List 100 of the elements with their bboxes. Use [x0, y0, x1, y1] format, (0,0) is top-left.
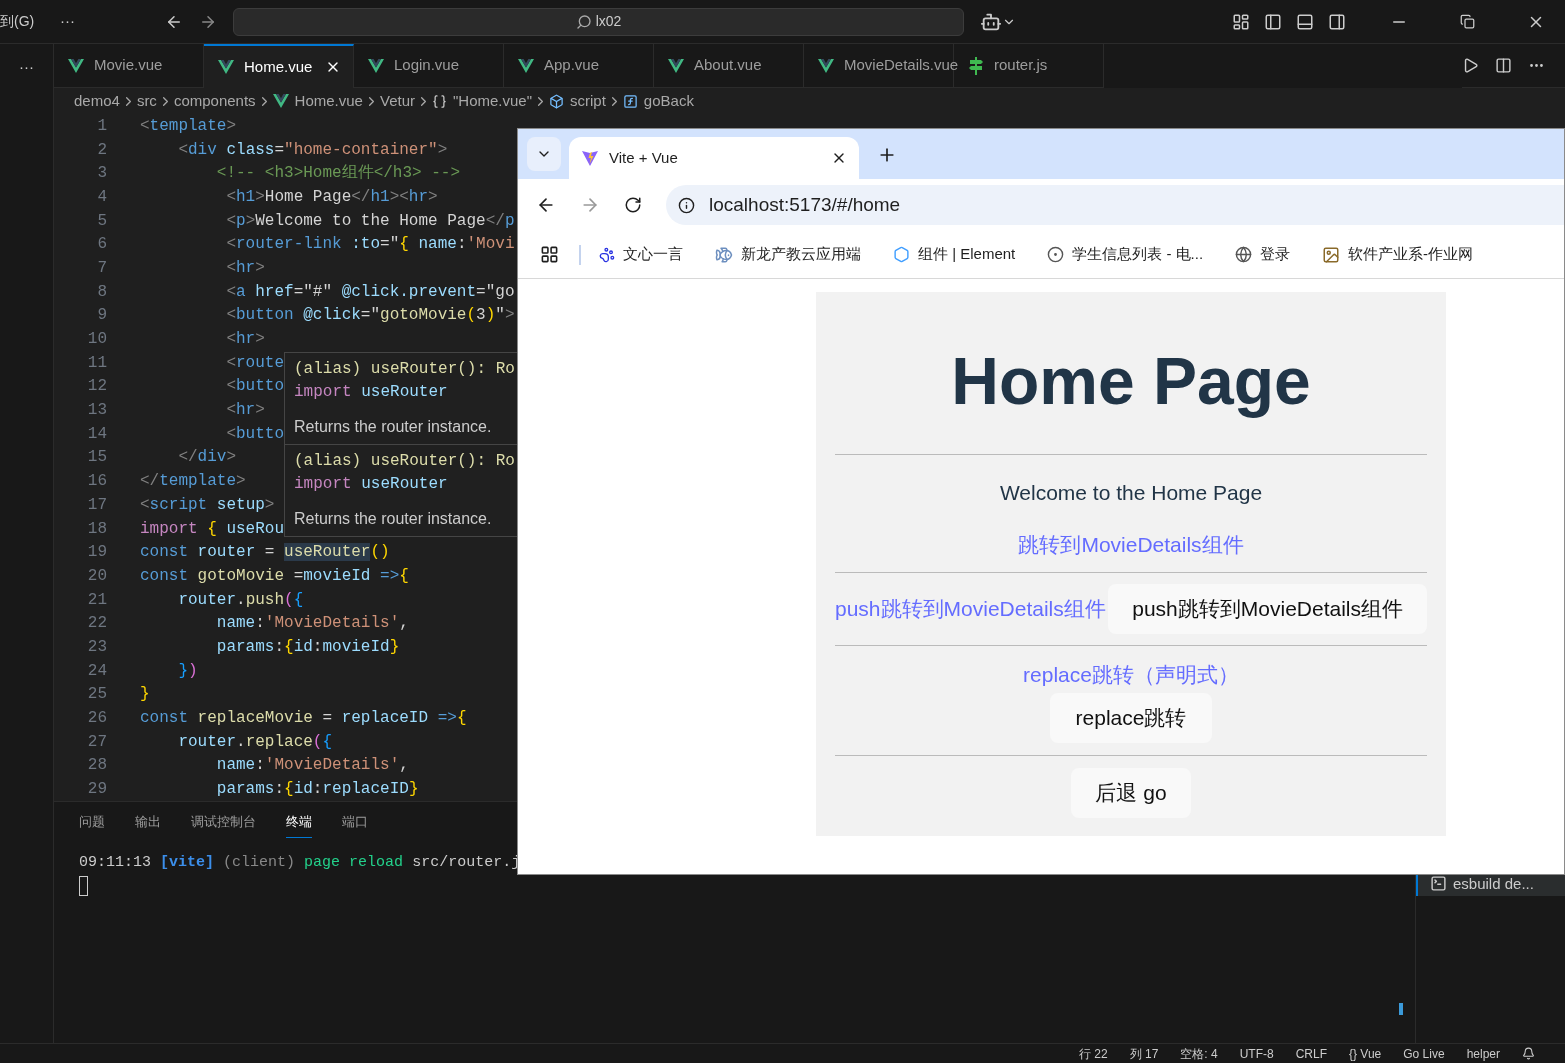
status-item[interactable]: UTF-8: [1239, 1044, 1274, 1063]
status-item[interactable]: {} Vue: [1349, 1044, 1382, 1063]
menu-item[interactable]: 到(G): [0, 11, 40, 32]
run-icon[interactable]: [1462, 57, 1479, 74]
line-number: 7: [96, 257, 107, 279]
line-number: 15: [86, 447, 107, 469]
bookmark[interactable]: 登录: [1235, 243, 1291, 266]
code-line: </template>: [140, 471, 246, 493]
status-item[interactable]: 行 22: [1078, 1044, 1108, 1063]
panel-bottom-icon[interactable]: [1296, 12, 1314, 31]
code-line: <hr>: [225, 329, 265, 351]
reload-icon[interactable]: [624, 196, 642, 214]
split-editor-icon[interactable]: [1495, 57, 1512, 74]
code-line: <script setup>: [140, 494, 275, 516]
breadcrumb-item[interactable]: demo4: [74, 89, 120, 113]
scrollbar-marker: [1399, 1003, 1403, 1015]
editor-tab[interactable]: Home.vue: [204, 44, 354, 88]
bookmark[interactable]: 学生信息列表 - 电...: [1047, 243, 1204, 266]
breadcrumb-item[interactable]: "Home.vue": [453, 89, 532, 113]
code-line: router.replace({: [177, 731, 333, 753]
code-line: <hr>: [225, 257, 265, 279]
apps-icon[interactable]: [540, 245, 559, 264]
command-search[interactable]: lx02: [233, 7, 964, 36]
terminal-line: 09:11:13 [vite] (client) page reload src/router.j: [79, 852, 522, 873]
line-number: 11: [86, 352, 107, 374]
code-line: params:{id:movieId}: [215, 636, 400, 658]
line-number: 21: [86, 589, 107, 611]
bookmark[interactable]: 组件 | Element: [893, 243, 1016, 266]
code-line: }: [140, 684, 150, 706]
vue-icon: [368, 58, 384, 73]
browser-tab[interactable]: Vite + Vue: [569, 137, 859, 179]
line-number: 10: [86, 329, 107, 351]
breadcrumb-item[interactable]: Home.vue: [294, 89, 363, 113]
vue-icon: [68, 58, 84, 73]
bell-icon[interactable]: [1522, 1047, 1535, 1060]
code-line: const gotoMovie =movieId =>{: [140, 565, 409, 587]
import-text: import useRouter: [294, 474, 449, 495]
back-button[interactable]: 后退 go: [1071, 767, 1191, 818]
status-item[interactable]: helper: [1466, 1044, 1500, 1063]
panel-right-icon[interactable]: [1328, 12, 1346, 31]
paw-icon: [599, 246, 615, 263]
doc-text: Returns the router instance.: [294, 417, 493, 437]
breadcrumb-item[interactable]: script: [570, 89, 606, 113]
code-line: const replaceMovie = replaceID =>{: [140, 708, 467, 730]
editor-tab[interactable]: App.vue: [504, 44, 654, 88]
replace-button[interactable]: replace跳转: [1049, 692, 1213, 743]
router-link[interactable]: 跳转到MovieDetails组件: [1018, 528, 1244, 560]
push-button[interactable]: push跳转到MovieDetails组件: [1108, 584, 1427, 634]
editor-tab[interactable]: About.vue: [654, 44, 804, 88]
editor-tab[interactable]: Login.vue: [354, 44, 504, 88]
more-menu[interactable]: ···: [19, 56, 34, 79]
vue-icon: [272, 94, 289, 108]
code-line: <hr>: [225, 400, 265, 422]
line-number: 22: [86, 613, 107, 635]
status-item[interactable]: 列 17: [1129, 1044, 1159, 1063]
code-line: const router = useRouter(): [140, 542, 390, 564]
code-line: router.push({: [177, 589, 304, 611]
status-item[interactable]: 空格: 4: [1180, 1044, 1218, 1063]
code-line: import { useRou: [140, 518, 285, 540]
code-line: <template>: [140, 115, 237, 137]
breadcrumb-item[interactable]: components: [173, 89, 256, 113]
breadcrumb-item[interactable]: Vetur: [379, 89, 415, 113]
address-bar[interactable]: localhost:5173/#/home: [666, 185, 1564, 225]
panel-tab[interactable]: 输出: [135, 806, 161, 838]
import-text: import useRouter: [294, 382, 449, 403]
line-number: 6: [96, 234, 107, 256]
push-link[interactable]: push跳转到MovieDetails组件: [835, 593, 1106, 625]
restore-icon[interactable]: [1460, 14, 1475, 29]
status-item[interactable]: Go Live: [1403, 1044, 1445, 1063]
bookmark[interactable]: 新龙产教云应用端: [715, 243, 861, 266]
replace-link[interactable]: replace跳转（声明式）: [1023, 659, 1239, 691]
breadcrumb-item[interactable]: src: [136, 89, 157, 113]
bookmark[interactable]: 软件产业系-作业网: [1322, 243, 1474, 266]
line-number: 2: [96, 139, 107, 161]
line-number: 29: [86, 779, 107, 801]
line-number: 4: [96, 186, 107, 208]
more-menu[interactable]: ···: [60, 10, 75, 33]
line-number: 28: [86, 755, 107, 777]
panel-tab[interactable]: 终端: [286, 805, 312, 839]
search-icon: [575, 13, 592, 30]
layout-icon[interactable]: [1232, 12, 1250, 31]
line-number: 19: [86, 542, 107, 564]
code-line: <butto: [225, 423, 285, 445]
welcome-text: Welcome to the Home Page: [999, 480, 1263, 506]
code-line: }): [177, 660, 198, 682]
route-sign-icon: [968, 56, 984, 75]
panel-tab[interactable]: 问题: [79, 806, 105, 838]
line-number: 20: [86, 565, 107, 587]
line-number: 23: [86, 636, 107, 658]
panel-tab[interactable]: 端口: [342, 806, 368, 838]
panel-left-icon[interactable]: [1264, 12, 1282, 31]
bookmark[interactable]: 文心一言: [599, 243, 683, 266]
breadcrumb-item[interactable]: goBack: [643, 89, 694, 113]
code-line: <h1>Home Page</h1><hr>: [225, 186, 438, 208]
status-item[interactable]: CRLF: [1295, 1044, 1327, 1063]
line-number: 25: [86, 684, 107, 706]
code-line: <router-link :to="{ name:'Movi: [225, 234, 515, 256]
panel-tab[interactable]: 调试控制台: [191, 806, 256, 838]
vue-icon: [818, 58, 834, 73]
line-number: 13: [86, 400, 107, 422]
